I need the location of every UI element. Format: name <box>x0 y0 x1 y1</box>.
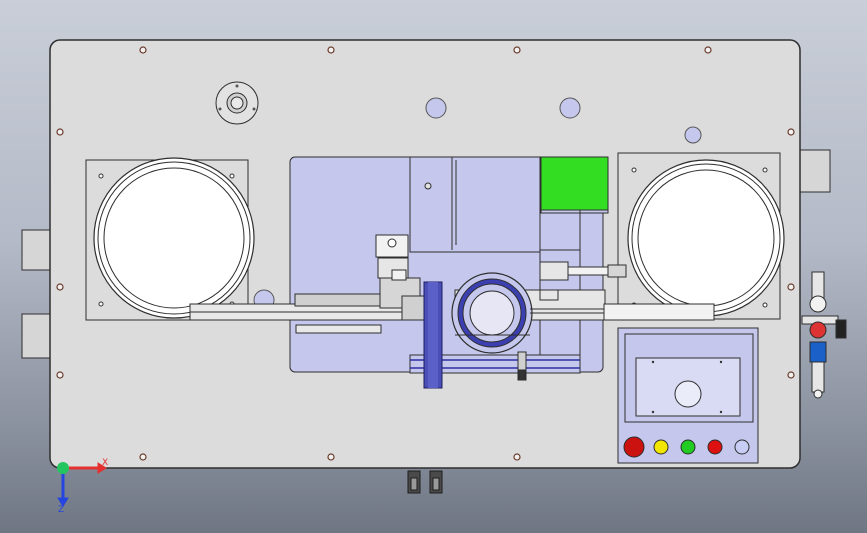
machine-drawing: X Z <box>21 39 847 515</box>
screw <box>327 46 335 54</box>
round-flange <box>215 81 259 125</box>
screw <box>139 46 147 54</box>
screw <box>513 453 521 461</box>
control-panel <box>617 327 759 464</box>
z-axis-label: Z <box>58 505 64 515</box>
screw <box>704 46 712 54</box>
valve-assembly <box>801 271 847 399</box>
screw <box>513 46 521 54</box>
left-side-brackets <box>21 229 53 359</box>
screw <box>787 128 795 136</box>
right-side-bracket <box>799 149 831 193</box>
green-button[interactable] <box>680 439 696 455</box>
screw <box>56 128 64 136</box>
cad-viewport[interactable]: X Z <box>0 0 867 533</box>
screw <box>56 283 64 291</box>
bottom-feet <box>407 470 443 494</box>
screw <box>787 371 795 379</box>
screw <box>327 453 335 461</box>
axis-triad: X Z <box>57 458 108 515</box>
screw <box>787 283 795 291</box>
right-reel-plate <box>617 152 785 320</box>
yellow-button[interactable] <box>653 439 669 455</box>
left-reel-plate <box>85 157 255 321</box>
x-axis-label: X <box>102 458 108 468</box>
screw <box>56 371 64 379</box>
right-feed-rail <box>603 303 715 321</box>
red-button[interactable] <box>707 439 723 455</box>
screw <box>139 453 147 461</box>
vertical-slide-highlight <box>428 282 438 388</box>
emergency-stop-button[interactable] <box>623 436 645 458</box>
blue-button[interactable] <box>734 439 750 455</box>
